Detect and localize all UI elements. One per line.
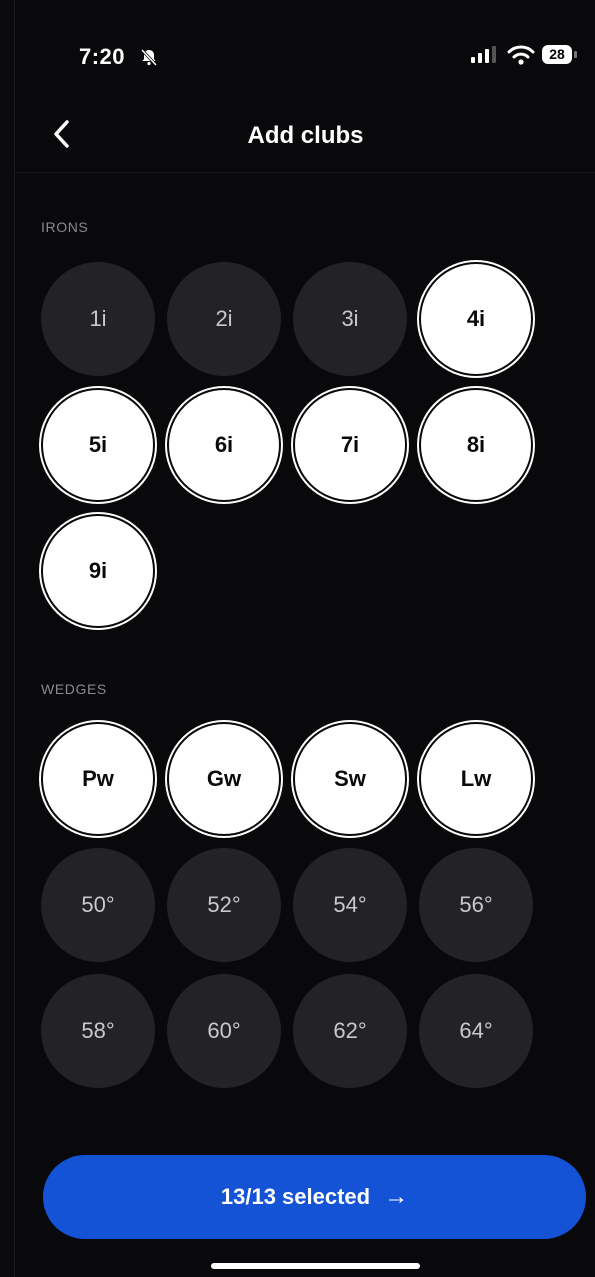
battery-level: 28	[542, 45, 572, 64]
arrow-right-icon: →	[384, 1183, 409, 1210]
club-button-wedge-9[interactable]: 58°	[41, 974, 155, 1088]
club-button-wedge-10[interactable]: 60°	[167, 974, 281, 1088]
wifi-icon	[507, 45, 535, 65]
club-button-iron-4[interactable]: 4i	[419, 262, 533, 376]
nav-header: Add clubs	[15, 100, 595, 173]
section-label-wedges: WEDGES	[41, 681, 107, 697]
club-button-wedge-11[interactable]: 62°	[293, 974, 407, 1088]
club-button-wedge-6[interactable]: 52°	[167, 848, 281, 962]
status-time: 7:20	[79, 44, 126, 69]
club-button-wedge-1[interactable]: Pw	[41, 722, 155, 836]
battery-tip	[574, 51, 577, 58]
status-bar: 7:20 28	[15, 38, 595, 78]
club-button-wedge-3[interactable]: Sw	[293, 722, 407, 836]
silent-bell-icon	[140, 48, 158, 67]
club-button-iron-8[interactable]: 8i	[419, 388, 533, 502]
club-button-iron-7[interactable]: 7i	[293, 388, 407, 502]
club-button-wedge-8[interactable]: 56°	[419, 848, 533, 962]
club-button-iron-3[interactable]: 3i	[293, 262, 407, 376]
club-button-iron-5[interactable]: 5i	[41, 388, 155, 502]
club-button-wedge-4[interactable]: Lw	[419, 722, 533, 836]
page-title: Add clubs	[247, 122, 364, 149]
club-button-iron-6[interactable]: 6i	[167, 388, 281, 502]
club-button-iron-1[interactable]: 1i	[41, 262, 155, 376]
club-button-wedge-7[interactable]: 54°	[293, 848, 407, 962]
club-button-iron-2[interactable]: 2i	[167, 262, 281, 376]
club-button-wedge-5[interactable]: 50°	[41, 848, 155, 962]
club-button-iron-9[interactable]: 9i	[41, 514, 155, 628]
club-button-wedge-2[interactable]: Gw	[167, 722, 281, 836]
cellular-signal-icon	[471, 46, 496, 63]
continue-button-label: 13/13 selected	[220, 1184, 371, 1209]
section-label-irons: IRONS	[41, 219, 89, 235]
app-screen: 7:20 28 Add clubs IRONS 1i 2i 3i 4i 5i 6i 7i 8i…	[14, 0, 595, 1277]
club-button-wedge-12[interactable]: 64°	[419, 974, 533, 1088]
home-indicator[interactable]	[211, 1263, 420, 1269]
continue-button[interactable]: 13/13 selected →	[43, 1155, 586, 1239]
